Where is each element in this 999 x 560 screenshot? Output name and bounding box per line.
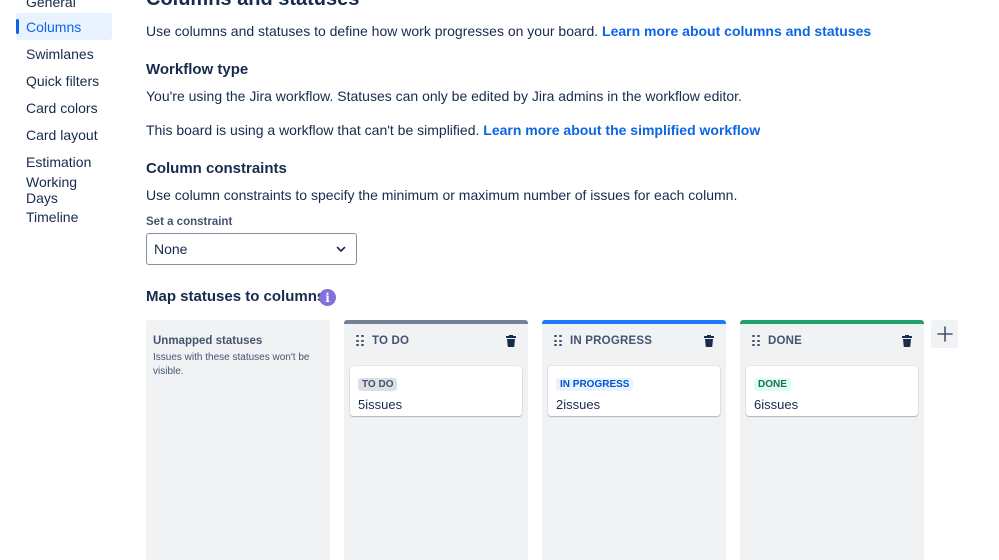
info-icon[interactable]: i [319, 289, 336, 306]
status-card[interactable]: IN PROGRESS 2issues [548, 366, 720, 416]
column-name[interactable]: IN PROGRESS [570, 335, 704, 347]
issue-count: 2issues [556, 397, 712, 412]
issue-count: 6issues [754, 397, 910, 412]
map-statuses-heading: Map statuses to columns [146, 288, 326, 305]
status-lozenge: DONE [754, 378, 791, 391]
column-name[interactable]: TO DO [372, 335, 506, 347]
status-card[interactable]: DONE 6issues [746, 366, 918, 416]
simplified-text: This board is using a workflow that can'… [146, 122, 480, 138]
unmapped-statuses-description: Issues with these statuses won't be visi… [153, 352, 310, 377]
constraint-select-value: None [154, 241, 188, 257]
trash-icon[interactable] [902, 335, 912, 347]
issue-count: 5issues [358, 397, 514, 412]
sidebar-item-card-layout[interactable]: Card layout [16, 121, 112, 148]
trash-icon[interactable] [704, 335, 714, 347]
chevron-down-icon [336, 246, 346, 252]
board-column-in-progress[interactable]: IN PROGRESS IN PROGRESS 2issues [542, 320, 726, 560]
board-column-to-do[interactable]: TO DO TO DO 5issues [344, 320, 528, 560]
columns-statuses-help-link[interactable]: Learn more about columns and statuses [602, 23, 871, 39]
unmapped-statuses-column: Unmapped statuses Issues with these stat… [146, 320, 330, 560]
trash-icon[interactable] [506, 335, 516, 347]
plus-icon [936, 326, 953, 342]
status-card[interactable]: TO DO 5issues [350, 366, 522, 416]
column-accent-bar [344, 320, 528, 324]
sidebar-item-quick-filters[interactable]: Quick filters [16, 67, 112, 94]
drag-handle-icon[interactable] [752, 335, 760, 347]
simplified-paragraph: This board is using a workflow that can'… [146, 122, 760, 138]
status-lozenge: TO DO [358, 378, 398, 391]
sidebar-item-estimation[interactable]: Estimation [16, 148, 112, 175]
issue-count-unit: issues [761, 397, 799, 412]
simplified-workflow-help-link[interactable]: Learn more about the simplified workflow [483, 122, 760, 138]
sidebar-item-timeline[interactable]: Timeline [16, 203, 112, 230]
column-constraints-heading: Column constraints [146, 160, 287, 177]
board-column-done[interactable]: DONE DONE 6issues [740, 320, 924, 560]
sidebar-item-working-days[interactable]: Working Days [16, 174, 112, 206]
constraint-select[interactable]: None [146, 233, 357, 265]
sidebar-item-swimlanes[interactable]: Swimlanes [16, 40, 112, 67]
column-accent-bar [542, 320, 726, 324]
sidebar-item-columns[interactable]: Columns [16, 13, 112, 40]
column-name[interactable]: DONE [768, 335, 902, 347]
sidebar-item-card-colors[interactable]: Card colors [16, 94, 112, 121]
settings-sidebar: General Columns Swimlanes Quick filters … [0, 0, 130, 554]
drag-handle-icon[interactable] [356, 335, 364, 347]
column-constraints-text: Use column constraints to specify the mi… [146, 187, 738, 203]
workflow-type-text: You're using the Jira workflow. Statuses… [146, 88, 742, 104]
status-lozenge: IN PROGRESS [556, 378, 634, 391]
unmapped-statuses-title: Unmapped statuses [153, 335, 263, 347]
intro-text: Use columns and statuses to define how w… [146, 23, 599, 39]
intro-paragraph: Use columns and statuses to define how w… [146, 23, 871, 39]
column-accent-bar [740, 320, 924, 324]
issue-count-unit: issues [563, 397, 601, 412]
add-column-button[interactable] [931, 320, 958, 348]
issue-count-unit: issues [365, 397, 403, 412]
page-title: Columns and statuses [146, 0, 359, 11]
constraint-label: Set a constraint [146, 216, 233, 228]
workflow-type-heading: Workflow type [146, 61, 249, 78]
drag-handle-icon[interactable] [554, 335, 562, 347]
